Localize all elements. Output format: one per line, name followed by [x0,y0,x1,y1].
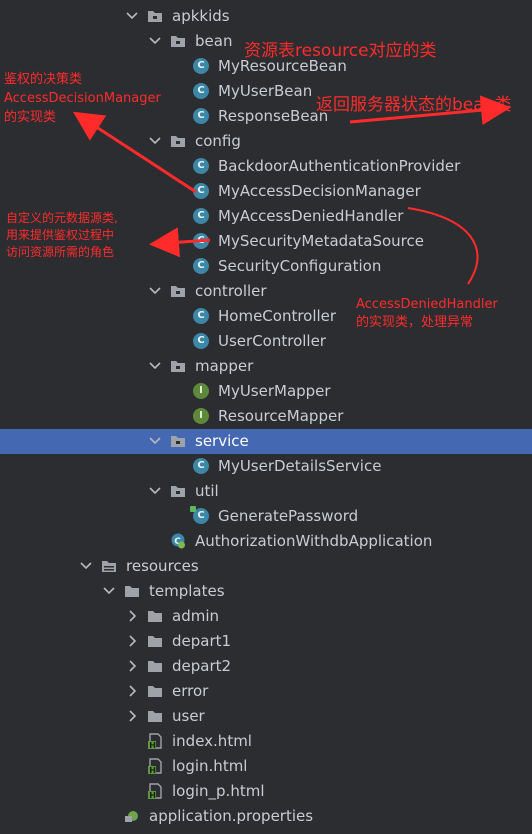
annotation-metadata-line1: 自定义的元数据源类, [6,211,118,225]
annotation-decision-line2: AccessDecisionManager [4,91,161,106]
annotation-metadata-line3: 访问资源所需的角色 [6,245,115,259]
annotation-resource-bean: 资源表resource对应的类 [244,41,437,61]
annotation-response-bean: 返回服务器状态的bean类 [316,95,512,115]
annotation-denied-line1: AccessDeniedHandler [356,297,498,312]
annotation-decision-line3: 的实现类 [4,110,57,125]
annotation-metadata-line2: 用来提供鉴权过程中 [6,228,115,242]
annotation-metadata-source: 自定义的元数据源类, 用来提供鉴权过程中 访问资源所需的角色 [6,210,118,261]
annotation-denied-handler: AccessDeniedHandler 的实现类，处理异常 [356,296,498,332]
annotation-denied-line2: 的实现类，处理异常 [356,315,474,330]
arrow-denied-handler [407,207,479,285]
annotation-decision-line1: 鉴权的决策类 [4,72,83,87]
arrow-metadata-source [149,227,211,258]
annotation-decision-manager: 鉴权的决策类 AccessDecisionManager 的实现类 [4,70,161,127]
